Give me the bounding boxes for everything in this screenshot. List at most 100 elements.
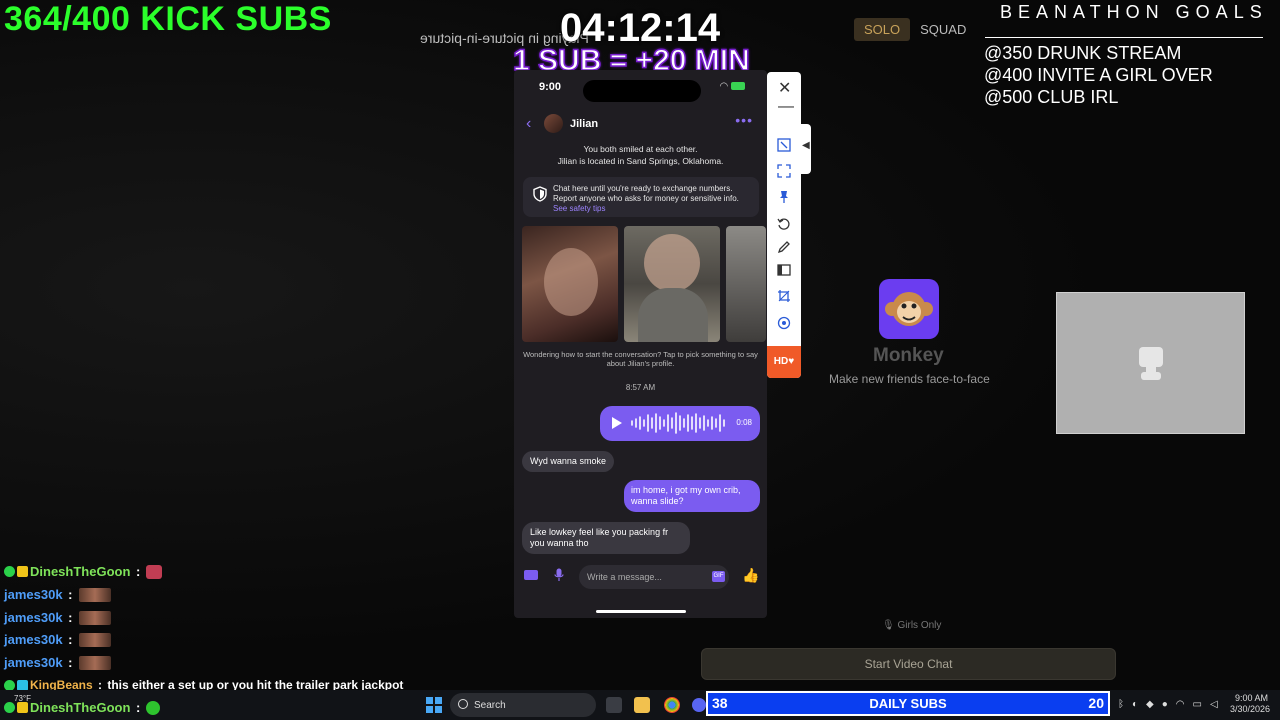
girls-only-filter[interactable]: 🎙 Girls Only (882, 620, 941, 631)
safety-message: Chat here until you're ready to exchange… (553, 184, 739, 203)
gif-icon[interactable]: GIF (712, 571, 725, 582)
profile-photos[interactable] (522, 226, 767, 342)
wifi-icon[interactable]: ◠ (1176, 699, 1185, 710)
card-icon[interactable] (524, 570, 538, 580)
back-arrow-icon[interactable]: ‹ (526, 115, 531, 133)
more-options-icon[interactable]: ••• (735, 112, 753, 128)
daily-subs-target: 20 (1088, 695, 1104, 711)
volume-icon[interactable]: ◁ (1210, 699, 1218, 710)
chat-username[interactable]: DineshTheGoon (30, 564, 130, 579)
chat-username[interactable]: james30k (4, 587, 63, 602)
safety-tips-link[interactable]: See safety tips (553, 204, 758, 214)
thumbs-up-icon[interactable]: 👍 (742, 567, 759, 584)
chat-message: james30k : (4, 587, 111, 602)
sub-badge-icon (17, 679, 28, 691)
hd-label: HD (773, 356, 789, 367)
emote-icon (78, 610, 111, 625)
monkey-subtitle: Make new friends face-to-face (829, 372, 990, 386)
windows-start-icon[interactable] (426, 697, 442, 713)
chat-username[interactable]: james30k (4, 655, 63, 670)
layout-icon[interactable] (777, 263, 791, 277)
collapse-arrow-icon[interactable]: ◀ (802, 140, 810, 151)
fullscreen-icon[interactable] (777, 164, 791, 178)
daily-subs-label: DAILY SUBS (869, 696, 947, 711)
close-icon[interactable]: ✕ (778, 78, 791, 98)
outgoing-message: im home, i got my own crib, wanna slide? (624, 480, 760, 512)
chat-message: DineshTheGoon : (4, 564, 163, 579)
profile-photo[interactable] (522, 226, 618, 342)
pin-icon[interactable] (777, 190, 791, 204)
chat-separator: : (132, 700, 141, 715)
goal-item: @500 CLUB IRL (984, 87, 1119, 107)
chat-message: james30k : (4, 610, 111, 625)
taskbar-clock[interactable]: 9:00 AM 3/30/2026 (1230, 693, 1271, 715)
status-bar: 9:00 ◠ (514, 78, 767, 102)
verified-badge-icon (4, 566, 15, 577)
network-icon[interactable]: ◐ (1132, 699, 1138, 710)
chat-username[interactable]: DineshTheGoon (30, 700, 130, 715)
location-line: Jilian is located in Sand Springs, Oklah… (557, 156, 724, 166)
bluetooth-icon[interactable]: ᛒ (1118, 699, 1124, 710)
safety-notice: Chat here until you're ready to exchange… (523, 177, 759, 217)
emote-icon (146, 564, 163, 579)
photo-shirt (638, 288, 708, 342)
file-explorer-icon[interactable] (634, 697, 650, 713)
match-line: You both smiled at each other. (583, 144, 698, 154)
goals-divider (985, 24, 1263, 38)
user-placeholder-icon (1139, 347, 1163, 380)
incoming-message: Like lowkey feel like you packing fr you… (522, 522, 690, 554)
discord-icon[interactable] (692, 698, 706, 712)
start-video-chat-button[interactable]: Start Video Chat (701, 648, 1116, 680)
minimize-icon[interactable]: — (778, 98, 794, 116)
waveform-icon (631, 412, 725, 434)
match-info: You both smiled at each other. Jilian is… (514, 143, 767, 167)
girls-only-label: Girls Only (897, 620, 942, 631)
search-icon (458, 699, 468, 709)
chat-username[interactable]: james30k (4, 632, 63, 647)
emote-icon (78, 655, 111, 670)
kick-subs-counter: 364/400 KICK SUBS (4, 0, 332, 38)
clock-date: 3/30/2026 (1230, 704, 1271, 714)
security-icon[interactable]: ◆ (1146, 699, 1154, 710)
monkey-logo (879, 279, 939, 339)
heart-icon: ♥ (788, 356, 795, 367)
chat-separator: : (64, 610, 73, 625)
monkey-title: Monkey (873, 345, 944, 366)
rotate-icon[interactable] (777, 217, 791, 231)
avatar[interactable] (544, 114, 563, 133)
voice-message[interactable]: 0:08 (600, 406, 760, 441)
message-timestamp: 8:57 AM (625, 383, 656, 392)
profile-photo[interactable] (726, 226, 766, 342)
chat-message: james30k : (4, 632, 111, 647)
goal-item: @400 INVITE A GIRL OVER (984, 65, 1213, 85)
record-icon[interactable] (777, 316, 791, 330)
play-icon[interactable] (612, 417, 622, 429)
goal-item: @350 DRUNK STREAM (984, 43, 1182, 63)
chat-separator: : (64, 655, 73, 670)
emote-icon (78, 632, 111, 647)
solo-button[interactable]: SOLO (854, 18, 911, 41)
chat-username[interactable]: james30k (4, 610, 63, 625)
task-view-icon[interactable] (606, 697, 622, 713)
chat-separator: : (64, 632, 73, 647)
pen-icon[interactable] (777, 240, 791, 254)
shield-icon (533, 186, 547, 202)
screenshot-icon[interactable] (777, 138, 791, 152)
hd-toggle[interactable]: HD♥ (767, 346, 801, 378)
mode-toggle: SOLO SQUAD (854, 18, 976, 41)
display-icon[interactable]: ▭ (1193, 699, 1202, 710)
mic-icon[interactable] (554, 568, 564, 582)
taskbar-search-input[interactable] (450, 693, 596, 717)
conversation-prompt[interactable]: Wondering how to start the conversation?… (514, 350, 767, 368)
profile-photo[interactable] (624, 226, 720, 342)
goals-title: BEANATHON GOALS (1000, 2, 1268, 22)
crop-icon[interactable] (777, 289, 791, 303)
chrome-icon[interactable] (664, 697, 680, 713)
squad-button[interactable]: SQUAD (910, 18, 976, 41)
message-input[interactable] (579, 565, 729, 589)
daily-subs-bar: DAILY SUBS 38 20 (706, 691, 1110, 716)
photo-face (644, 234, 700, 292)
emote-icon (146, 700, 161, 715)
contact-name[interactable]: Jilian (570, 118, 598, 130)
mic-icon[interactable]: ● (1162, 699, 1168, 710)
